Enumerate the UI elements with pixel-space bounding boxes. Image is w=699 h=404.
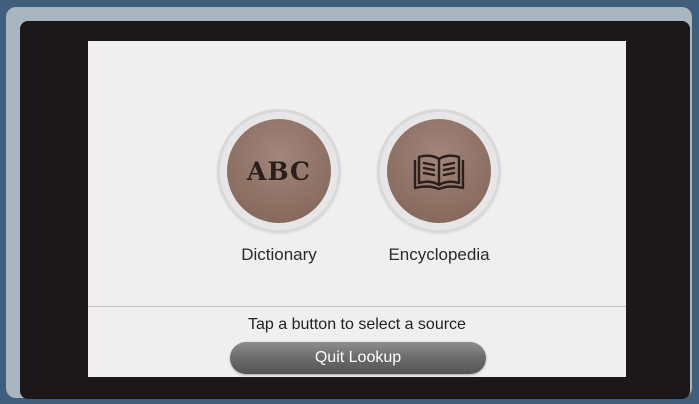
divider [88, 306, 626, 307]
encyclopedia-disc [387, 119, 491, 223]
lookup-screen: ABC Dictionary Encyclopedia Tap a button… [88, 41, 626, 377]
abc-icon: ABC [247, 156, 311, 186]
encyclopedia-label: Encyclopedia [388, 245, 490, 264]
quit-lookup-button[interactable]: Quit Lookup [230, 342, 486, 374]
dictionary-label: Dictionary [241, 245, 317, 264]
instruction-text: Tap a button to select a source [248, 316, 466, 333]
dictionary-button[interactable]: ABC Dictionary [214, 109, 344, 265]
dictionary-disc: ABC [227, 119, 331, 223]
dictionary-ring: ABC [217, 109, 341, 233]
encyclopedia-button[interactable]: Encyclopedia [374, 109, 504, 265]
open-book-icon [413, 154, 465, 191]
encyclopedia-ring [377, 109, 501, 233]
